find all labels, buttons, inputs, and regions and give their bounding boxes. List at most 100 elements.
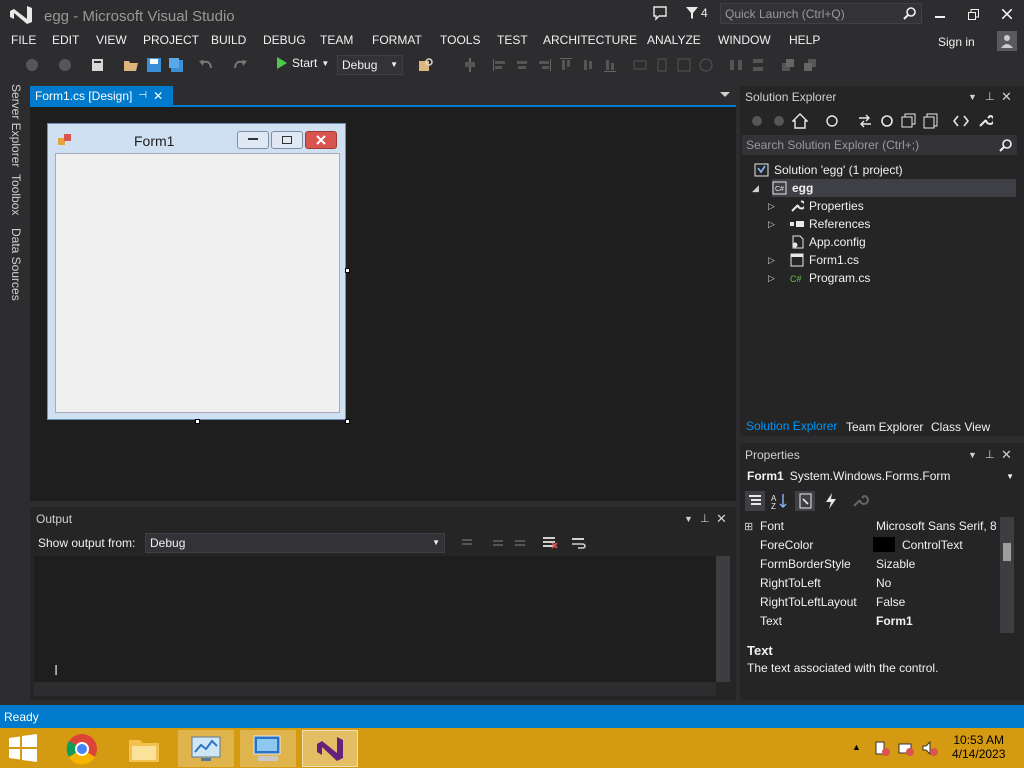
home-icon[interactable] — [792, 113, 808, 129]
menu-team[interactable]: TEAM — [320, 33, 353, 47]
network-icon[interactable] — [898, 740, 914, 756]
pin-icon[interactable]: ⊣ — [138, 90, 147, 101]
properties-scrollbar[interactable] — [1000, 517, 1014, 633]
tab-overflow-dropdown[interactable] — [720, 90, 730, 98]
props-pin-icon[interactable]: ⊥ — [985, 448, 995, 461]
collapse-all-icon[interactable] — [901, 113, 917, 129]
navigate-forward-icon[interactable] — [57, 57, 73, 73]
se-back-icon[interactable] — [750, 114, 764, 128]
align-rights-icon[interactable] — [536, 57, 552, 73]
form-client-area[interactable] — [55, 153, 340, 413]
se-item-properties[interactable]: Properties — [790, 197, 864, 215]
solution-search-input[interactable]: Search Solution Explorer (Ctrl+;) — [742, 135, 1017, 155]
volume-muted-icon[interactable] — [922, 740, 938, 756]
sync-with-active-document-icon[interactable] — [857, 113, 873, 129]
collapsed-arrow-icon[interactable]: ▷ — [768, 201, 775, 212]
previous-message-icon[interactable] — [490, 535, 506, 551]
object-selector-dropdown[interactable]: Form1 System.Windows.Forms.Form ▼ — [742, 466, 1018, 486]
open-file-icon[interactable] — [123, 57, 139, 73]
size-to-grid-icon[interactable] — [698, 57, 714, 73]
navigate-back-icon[interactable] — [24, 57, 40, 73]
file-explorer-taskbar-icon[interactable] — [116, 730, 172, 767]
prop-value-text[interactable]: Form1 — [876, 614, 913, 628]
vertical-spacing-icon[interactable] — [750, 57, 766, 73]
chrome-taskbar-icon[interactable] — [54, 730, 110, 767]
data-sources-tab[interactable]: Data Sources — [9, 228, 23, 301]
props-options-dropdown-icon[interactable]: ▼ — [968, 450, 977, 460]
action-center-icon[interactable] — [874, 740, 890, 756]
output-close-icon[interactable]: ✕ — [716, 511, 727, 527]
collapsed-arrow-icon[interactable]: ▷ — [768, 255, 775, 266]
se-close-icon[interactable]: ✕ — [1001, 89, 1012, 105]
prop-value-formborderstyle[interactable]: Sizable — [876, 557, 915, 571]
system-clock[interactable]: 10:53 AM 4/14/2023 — [952, 733, 1005, 761]
resize-handle-right[interactable] — [345, 268, 350, 273]
output-pin-icon[interactable]: ⊥ — [700, 512, 710, 525]
tab-class-view[interactable]: Class View — [931, 420, 990, 434]
horizontal-spacing-icon[interactable] — [728, 57, 744, 73]
sign-in-link[interactable]: Sign in — [938, 35, 975, 49]
refresh-icon[interactable] — [879, 113, 895, 129]
output-source-dropdown[interactable]: Debug ▼ — [145, 533, 445, 553]
quick-launch-input[interactable]: Quick Launch (Ctrl+Q) — [720, 3, 922, 24]
se-item-references[interactable]: References — [790, 215, 870, 233]
minimize-button[interactable] — [925, 4, 955, 24]
start-debugging-button[interactable]: Start ▼ — [276, 56, 329, 70]
align-lefts-icon[interactable] — [492, 57, 508, 73]
prop-value-righttoleft[interactable]: No — [876, 576, 891, 590]
menu-window[interactable]: WINDOW — [718, 33, 771, 47]
visual-studio-taskbar-icon[interactable] — [302, 730, 358, 767]
align-tops-icon[interactable] — [558, 57, 574, 73]
new-project-icon[interactable] — [90, 57, 106, 73]
close-icon[interactable]: ✕ — [153, 89, 163, 103]
se-pin-icon[interactable]: ⊥ — [985, 90, 995, 103]
menu-tools[interactable]: TOOLS — [440, 33, 480, 47]
prop-value-righttoleftlayout[interactable]: False — [876, 595, 905, 609]
make-same-width-icon[interactable] — [632, 57, 648, 73]
toggle-word-wrap-icon[interactable] — [571, 535, 587, 551]
layout-toolbar-icon[interactable] — [462, 57, 478, 73]
user-avatar-icon[interactable] — [997, 31, 1017, 51]
resize-handle-bottom[interactable] — [195, 419, 200, 424]
menu-help[interactable]: HELP — [789, 33, 820, 47]
menu-debug[interactable]: DEBUG — [263, 33, 306, 47]
next-message-icon[interactable] — [512, 535, 528, 551]
categorized-icon[interactable] — [745, 491, 765, 511]
close-window-button[interactable] — [992, 4, 1022, 24]
toolbox-tab[interactable]: Toolbox — [9, 174, 23, 215]
se-item-form1-cs[interactable]: Form1.cs — [790, 251, 859, 269]
collapsed-arrow-icon[interactable]: ▷ — [768, 273, 775, 284]
output-text-area[interactable] — [34, 556, 716, 682]
show-hidden-icons-chevron[interactable]: ▲ — [852, 742, 861, 752]
collapsed-arrow-icon[interactable]: ▷ — [768, 219, 775, 230]
prop-value-font[interactable]: Microsoft Sans Serif, 8.2 — [876, 519, 996, 533]
alphabetical-icon[interactable]: AZ — [769, 491, 789, 511]
menu-build[interactable]: BUILD — [211, 33, 246, 47]
prop-value-forecolor[interactable]: ControlText — [902, 538, 963, 552]
se-options-dropdown-icon[interactable]: ▼ — [968, 92, 977, 102]
windows-start-icon[interactable] — [8, 734, 38, 762]
se-forward-icon[interactable] — [772, 114, 786, 128]
resize-handle-corner[interactable] — [345, 419, 350, 424]
project-node-egg[interactable]: C# egg — [772, 179, 1016, 197]
align-middles-icon[interactable] — [580, 57, 596, 73]
expand-font-icon[interactable]: ⊞ — [744, 520, 753, 533]
bring-to-front-icon[interactable] — [780, 57, 796, 73]
form1-designer[interactable]: Form1 — [47, 123, 346, 420]
menu-format[interactable]: FORMAT — [372, 33, 422, 47]
solution-configuration-dropdown[interactable]: Debug ▼ — [337, 55, 403, 75]
make-same-size-icon[interactable] — [676, 57, 692, 73]
align-centers-icon[interactable] — [514, 57, 530, 73]
tab-solution-explorer[interactable]: Solution Explorer — [746, 419, 837, 433]
send-to-back-icon[interactable] — [802, 57, 818, 73]
align-bottoms-icon[interactable] — [602, 57, 618, 73]
menu-analyze[interactable]: ANALYZE — [647, 33, 701, 47]
notifications[interactable]: 4 — [686, 6, 708, 20]
save-all-icon[interactable] — [168, 57, 184, 73]
performance-monitor-taskbar-icon[interactable] — [178, 730, 234, 767]
menu-test[interactable]: TEST — [497, 33, 528, 47]
menu-view[interactable]: VIEW — [96, 33, 127, 47]
props-close-icon[interactable]: ✕ — [1001, 447, 1012, 463]
pending-changes-filter-icon[interactable] — [825, 113, 841, 129]
solution-node[interactable]: Solution 'egg' (1 project) — [754, 161, 903, 179]
